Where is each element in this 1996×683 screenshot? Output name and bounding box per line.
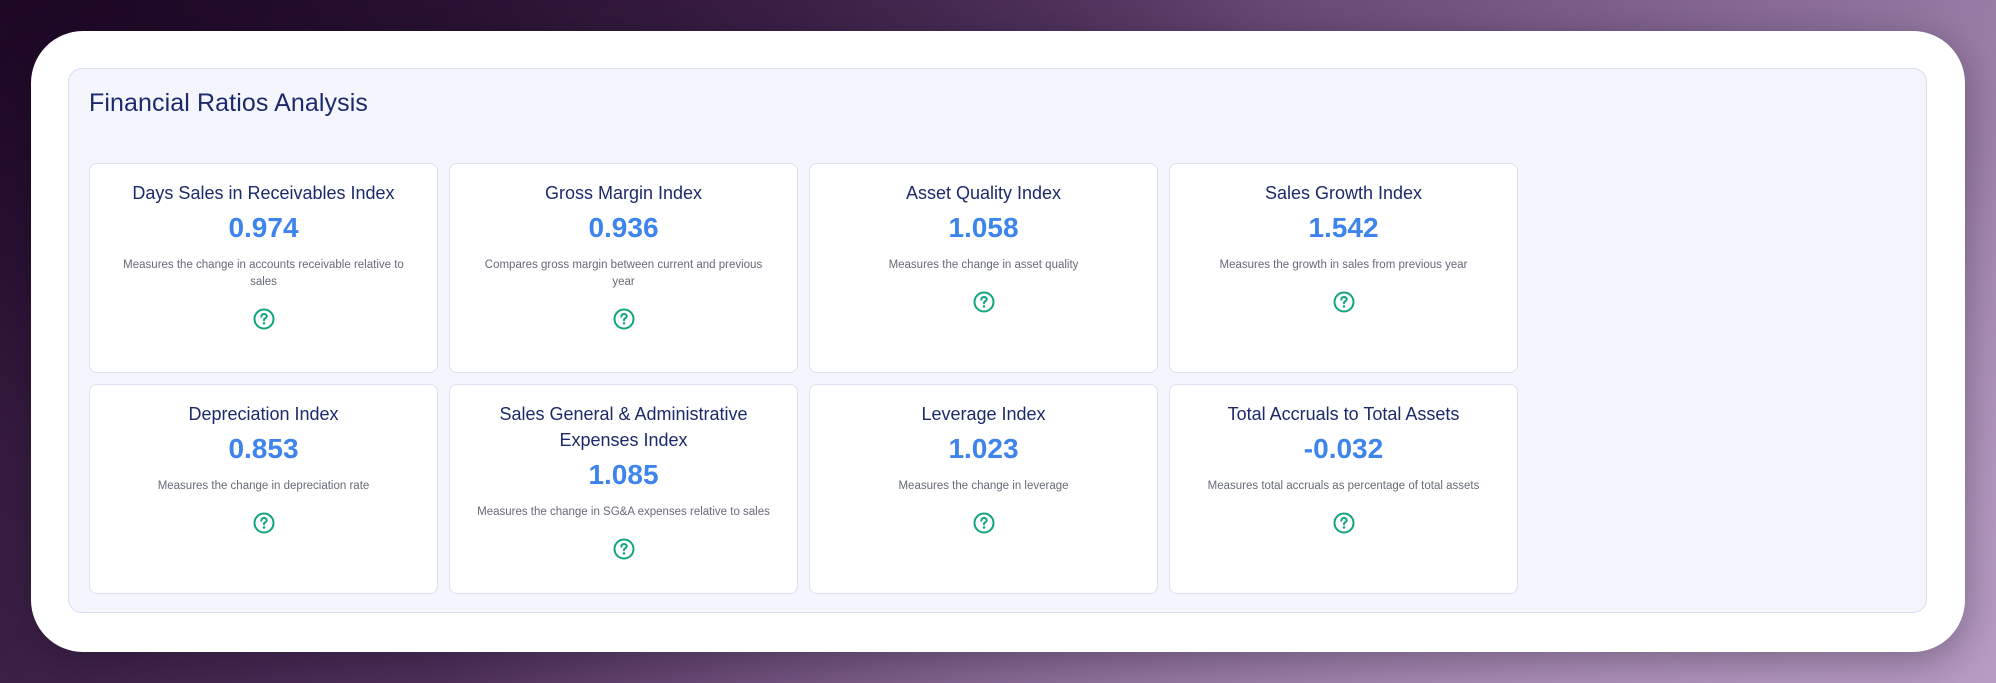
ratio-card-description: Measures the growth in sales from previo… [1219, 259, 1468, 271]
ratio-card-title: Total Accruals to Total Assets [1227, 404, 1460, 424]
help-circle-icon[interactable] [973, 291, 995, 313]
ratio-card-dsri: Days Sales in Receivables Index 0.974 Me… [89, 163, 438, 373]
ratio-card-value: 1.023 [948, 433, 1019, 464]
ratio-card-title: Asset Quality Index [905, 183, 1062, 203]
ratio-card-title: Gross Margin Index [544, 183, 703, 203]
ratio-card-title: Leverage Index [921, 404, 1046, 424]
help-circle-icon[interactable] [1333, 291, 1355, 313]
ratio-card-title: Sales Growth Index [1264, 183, 1423, 203]
ratio-card-sgi: Sales Growth Index 1.542 Measures the gr… [1169, 163, 1518, 373]
ratio-card-value: 0.853 [228, 433, 299, 464]
ratio-card-description: Measures total accruals as percentage of… [1207, 480, 1480, 492]
ratio-card-value: 1.058 [948, 212, 1019, 243]
ratio-card-lvgi: Leverage Index 1.023 Measures the change… [809, 384, 1158, 594]
ratio-card-depi: Depreciation Index 0.853 Measures the ch… [89, 384, 438, 594]
ratio-card-value: 1.542 [1308, 212, 1379, 243]
ratio-card-description: Measures the change in depreciation rate [157, 480, 370, 492]
ratio-card-title: Days Sales in Receivables Index [132, 183, 395, 203]
ratio-card-grid: Days Sales in Receivables Index 0.974 Me… [89, 163, 1518, 594]
ratio-card-tata: Total Accruals to Total Assets -0.032 Me… [1169, 384, 1518, 594]
panel-title: Financial Ratios Analysis [89, 89, 369, 117]
ratio-card-aqi: Asset Quality Index 1.058 Measures the c… [809, 163, 1158, 373]
help-circle-icon[interactable] [613, 308, 635, 330]
help-circle-icon[interactable] [253, 308, 275, 330]
help-circle-icon[interactable] [1333, 512, 1355, 534]
ratio-card-description: Measures the change in leverage [898, 480, 1069, 492]
ratio-card-title: Sales General & Administrative Expenses … [499, 404, 748, 450]
ratio-card-sgai: Sales General & Administrative Expenses … [449, 384, 798, 594]
ratio-card-title: Depreciation Index [188, 404, 339, 424]
help-circle-icon[interactable] [613, 538, 635, 560]
ratio-card-description: Measures the change in accounts receivab… [123, 259, 404, 288]
ratio-card-value: -0.032 [1303, 433, 1384, 464]
app-window: Financial Ratios Analysis Days Sales in … [31, 31, 1965, 652]
ratio-card-value: 1.085 [588, 459, 659, 490]
ratio-card-gmi: Gross Margin Index 0.936 Compares gross … [449, 163, 798, 373]
ratio-card-value: 0.936 [588, 212, 659, 243]
ratio-card-description: Measures the change in asset quality [888, 259, 1079, 271]
help-circle-icon[interactable] [973, 512, 995, 534]
ratio-card-description: Measures the change in SG&A expenses rel… [477, 506, 770, 518]
help-circle-icon[interactable] [253, 512, 275, 534]
ratio-card-value: 0.974 [228, 212, 299, 243]
financial-ratios-panel: Financial Ratios Analysis Days Sales in … [68, 68, 1927, 613]
ratio-card-description: Compares gross margin between current an… [484, 259, 763, 288]
